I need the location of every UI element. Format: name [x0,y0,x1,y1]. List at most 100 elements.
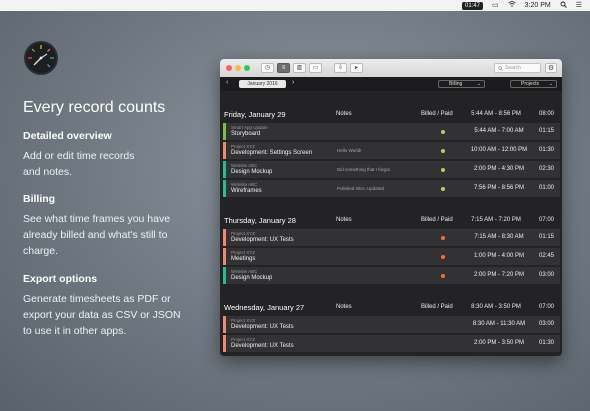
time-entry-row[interactable]: Project XYZ Development: UX Tests 2:00 P… [223,335,560,352]
time-entry-row[interactable]: Project XYZ Meetings 1:00 PM - 4:00 PM 0… [223,248,560,265]
projects-filter-dropdown[interactable]: Projects ⌄ [510,80,557,88]
filter-bar: ‹ January 2016 › Billing ⌄ Projects ⌄ [220,77,562,91]
entry-duration: 01:15 [538,128,554,134]
billed-column-header: Billed / Paid [421,111,453,117]
search-icon[interactable] [560,1,567,11]
entry-time-range: 2:00 PM - 4:30 PM [473,166,525,172]
entry-task: Design Mockup [231,169,273,175]
project-color-stripe [223,229,226,246]
billed-status-dot[interactable] [441,236,445,240]
export-icon: ⇩ [337,65,344,71]
billed-column-header: Billed / Paid [421,304,453,310]
day-date: Wednesday, January 27 [224,302,305,312]
billing-filter-dropdown[interactable]: Billing ⌄ [438,80,485,88]
billed-status-dot[interactable] [441,149,445,153]
feature-title-overview: Detailed overview [23,130,112,142]
list-view-button[interactable]: ≡ [277,63,290,73]
entry-task: Meetings [231,256,256,262]
list-icon: ≡ [281,65,286,71]
entry-task: Development: UX Tests [231,343,294,349]
chevron-down-icon: ⌄ [476,81,481,87]
feature-body-export: Generate timesheets as PDF or export you… [23,293,181,337]
notes-column-header: Notes [336,304,352,310]
entry-duration: 01:00 [538,185,554,191]
time-entry-row[interactable]: Website ABC Design Mockup 2:00 PM - 7:20… [223,267,560,284]
entry-time-range: 8:30 AM - 11:30 AM [472,321,526,327]
next-month-icon[interactable]: › [292,79,294,86]
zoom-button[interactable] [244,65,250,71]
menubar-timer[interactable]: 01:47 [462,1,484,10]
day-header: Wednesday, January 27 Notes Billed / Pai… [220,298,562,316]
entry-project: Smart App Update [231,125,268,130]
folder-icon: ▭ [312,65,319,71]
project-color-stripe [223,161,226,178]
billed-status-dot[interactable] [441,187,445,191]
chevron-down-icon: ⌄ [548,81,553,87]
minimize-button[interactable] [235,65,241,71]
gear-icon: ⚙ [547,65,555,72]
day-date: Thursday, January 28 [224,215,296,225]
notes-column-header: Notes [336,111,352,117]
billed-column-header: Billed / Paid [421,217,453,223]
day-header: Thursday, January 28 Notes Billed / Paid… [220,211,562,229]
project-color-stripe [223,180,226,197]
projects-view-button[interactable]: ▭ [309,63,322,73]
camera-icon: ▸ [354,65,358,71]
time-entry-row[interactable]: Smart App Update Storyboard 5:44 AM - 7:… [223,123,560,140]
day-total: 07:00 [538,304,554,310]
billed-status-dot[interactable] [441,255,445,259]
stats-view-button[interactable]: ▥ [293,63,306,73]
time-entry-row[interactable]: Website ABC Wireframes Polished Intro, U… [223,180,560,197]
settings-button[interactable]: ⚙ [545,63,557,73]
billed-status-dot[interactable] [441,168,445,172]
search-placeholder: Search [505,65,521,71]
entry-project: Website ABC [231,163,258,168]
entry-time-range: 2:00 PM - 3:50 PM [473,340,525,346]
time-entry-row[interactable]: Project XYZ Development: UX Tests 8:30 A… [223,316,560,333]
search-icon [498,65,503,71]
day-date: Friday, January 29 [224,109,286,119]
timer-view-button[interactable]: ◷ [261,63,274,73]
entry-duration: 03:00 [538,272,554,278]
entry-duration: 02:45 [538,253,554,259]
window-titlebar: ◷ ≡ ▥ ▭ ⇩ ▸ Search ⚙ [220,59,562,77]
prev-month-icon[interactable]: ‹ [226,79,228,86]
entry-project: Website ABC [231,182,258,187]
entry-time-range: 7:15 AM - 8:30 AM [474,234,524,240]
day-total: 07:00 [538,217,554,223]
time-entry-row[interactable]: Project XYZ Development: UX Tests 7:15 A… [223,229,560,246]
list-icon[interactable]: ☰ [576,1,582,10]
billed-status-dot[interactable] [441,274,445,278]
entry-task: Development: Settings Screen [231,150,313,156]
menubar-clock[interactable]: 3:20 PM [525,2,551,9]
entry-duration: 01:30 [538,340,554,346]
projects-filter-label: Projects [521,81,540,87]
entry-duration: 01:15 [538,234,554,240]
app-clock-logo-icon [24,41,58,75]
close-button[interactable] [226,65,232,71]
clock-icon: ◷ [264,65,271,71]
menu-bar: 01:47 ▭ 3:20 PM ☰ [0,0,590,11]
headline: Every record counts [23,99,166,116]
entry-time-range: 2:00 PM - 7:20 PM [473,272,525,278]
entry-task: Development: UX Tests [231,237,294,243]
app-window: ◷ ≡ ▥ ▭ ⇩ ▸ Search ⚙ ‹ January 2016 › Bi… [220,59,562,356]
entry-time-range: 1:00 PM - 4:00 PM [473,253,525,259]
day-time-range: 8:30 AM - 3:50 PM [471,304,521,310]
billed-status-dot[interactable] [441,130,445,134]
time-entry-row[interactable]: Project XYZ Development: Settings Screen… [223,142,560,159]
search-input[interactable]: Search [494,63,541,73]
day-section: Wednesday, January 27 Notes Billed / Pai… [220,298,562,354]
project-color-stripe [223,316,226,333]
entry-note: Did something that I forgot [337,167,390,172]
feature-title-billing: Billing [23,193,56,205]
entry-task: Design Mockup [231,275,273,281]
feature-title-export: Export options [23,273,98,285]
time-entry-row[interactable]: Website ABC Design Mockup Did something … [223,161,560,178]
battery-icon[interactable]: ▭ [492,1,499,10]
export-button[interactable]: ⇩ [334,63,347,73]
billing-filter-label: Billing [449,81,463,87]
wifi-icon[interactable] [507,1,516,10]
record-button[interactable]: ▸ [350,63,363,73]
month-selector[interactable]: January 2016 [239,80,286,88]
